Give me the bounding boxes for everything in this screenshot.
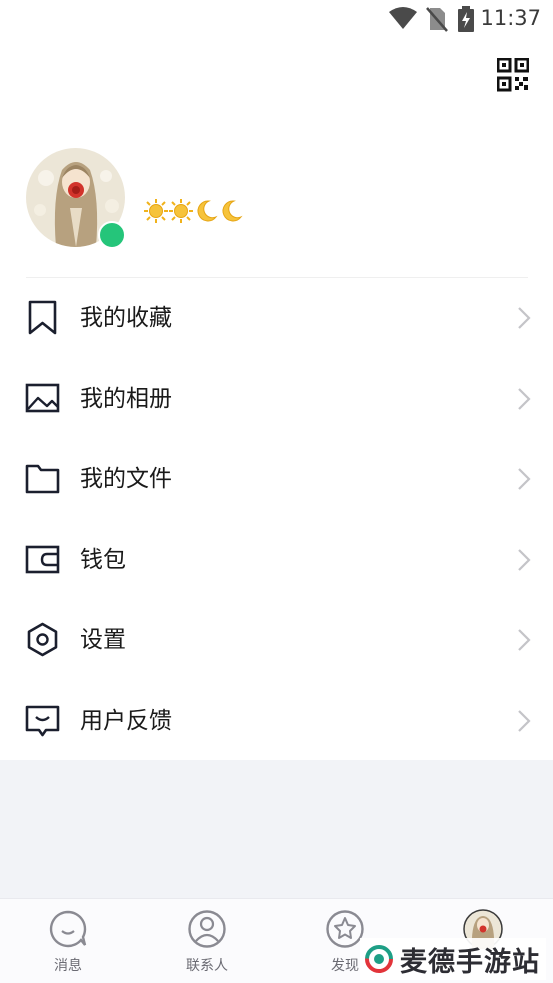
contact-icon [188,910,226,948]
chat-bubble-icon [49,910,87,948]
qr-code-button[interactable] [496,57,530,92]
me-screen: 11:37 我的收藏 我的相册 我的文件 钱包 设置 用户反馈 消息 联系人 发… [0,0,553,983]
sun-icon [144,199,168,223]
tab-messages[interactable]: 消息 [13,899,123,983]
menu-item-favorites[interactable]: 我的收藏 [0,278,553,359]
feedback-icon [25,705,60,736]
chevron-right-icon [518,307,531,329]
sun-icon [169,199,193,223]
qr-code-icon [496,57,530,92]
menu-item-wallet[interactable]: 钱包 [0,520,553,601]
watermark: 麦德手游站 [360,938,546,980]
chevron-right-icon [518,548,531,571]
menu-item-label: 用户反馈 [80,707,172,734]
menu-item-label: 我的相册 [80,385,172,412]
chevron-right-icon [518,629,531,651]
menu-item-label: 钱包 [80,546,126,573]
battery-charging-icon [458,6,474,32]
folder-icon [25,464,60,494]
menu-item-feedback[interactable]: 用户反馈 [0,681,553,762]
chevron-right-icon [518,709,531,732]
level-badges [144,198,243,226]
no-sim-icon [426,7,448,32]
menu-item-label: 我的文件 [80,466,172,492]
watermark-text: 麦德手游站 [400,946,540,978]
tab-label: 消息 [54,958,82,974]
menu-item-settings[interactable]: 设置 [0,600,553,681]
menu-item-label: 设置 [80,627,126,653]
wallet-icon [25,545,60,573]
bookmark-icon [28,300,57,335]
online-status-dot [98,221,126,249]
menu-item-album[interactable]: 我的相册 [0,359,553,440]
wifi-icon [389,7,417,29]
status-time: 11:37 [480,6,541,30]
chevron-right-icon [518,468,531,490]
menu-item-label: 我的收藏 [80,305,172,331]
status-bar: 11:37 [0,0,553,38]
menu-list: 我的收藏 我的相册 我的文件 钱包 设置 用户反馈 [0,278,553,761]
star-icon [326,910,364,948]
image-icon [25,383,60,412]
tab-contacts[interactable]: 联系人 [152,899,262,983]
chevron-right-icon [518,387,531,410]
menu-item-files[interactable]: 我的文件 [0,439,553,520]
watermark-logo-icon [365,945,393,973]
hexagon-settings-icon [27,622,58,657]
moon-icon [222,200,243,222]
empty-background-area [0,760,553,898]
moon-icon [197,200,218,222]
tab-label: 联系人 [186,958,228,974]
